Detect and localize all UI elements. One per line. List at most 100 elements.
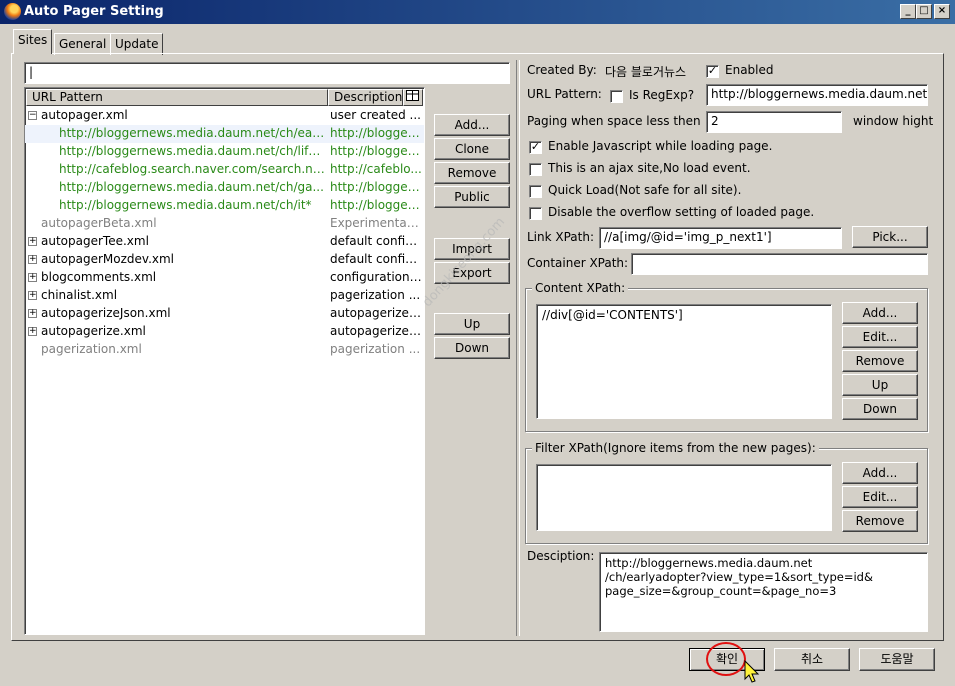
description-cell: pagerization ... [330,342,421,356]
move-down-button[interactable]: Down [434,337,510,359]
content-xpath-title: Content XPath: [532,281,629,295]
tree-rule-row[interactable]: http://bloggernews.media.daum.net/ch/ear… [25,125,424,143]
created-by-value: 다음 블로거뉴스 [605,65,687,79]
site-filter-input[interactable]: | [24,62,510,84]
description-cell: http://blogger... [330,180,422,194]
paging-unit-label: window hight [853,114,934,128]
filter-xpath-list[interactable] [536,464,832,531]
url-pattern-cell: http://bloggernews.media.daum.net/ch/ear… [59,126,325,140]
ajax-site-checkbox[interactable] [529,163,542,176]
content-edit-button[interactable]: Edit... [842,326,918,348]
filter-xpath-title: Filter XPath(Ignore items from the new p… [532,441,819,455]
tree-file-row[interactable]: + autopagerize.xml autopagerize ... [25,323,424,341]
minimize-button[interactable]: _ [900,4,916,19]
sites-tree[interactable]: URL Pattern Description − autopager.xml us… [24,87,425,635]
ajax-site-label: This is an ajax site,No load event. [548,161,751,175]
content-remove-button[interactable]: Remove [842,350,918,372]
disable-overflow-label: Disable the overflow setting of loaded p… [548,205,815,219]
filter-add-button[interactable]: Add... [842,462,918,484]
content-down-button[interactable]: Down [842,398,918,420]
tree-file-row[interactable]: pagerization.xml pagerization ... [25,341,424,359]
url-pattern-cell: autopager.xml [41,108,128,122]
enabled-label: Enabled [725,63,774,77]
tree-file-row[interactable]: + autopagerMozdev.xml default config... [25,251,424,269]
tab-update[interactable]: Update [110,33,164,55]
url-pattern-input[interactable]: http://bloggernews.media.daum.net/c [706,84,928,106]
tree-rule-row[interactable]: http://bloggernews.media.daum.net/ch/lif… [25,143,424,161]
url-pattern-cell: chinalist.xml [41,288,118,302]
column-header-description[interactable]: Description [328,89,403,106]
clone-site-button[interactable]: Clone [434,138,510,160]
container-xpath-input[interactable] [631,253,928,275]
paging-label: Paging when space less then [527,114,701,128]
collapse-icon[interactable]: − [28,111,37,120]
expand-icon[interactable]: + [28,327,37,336]
description-cell: pagerization ... [330,288,421,302]
tree-file-row[interactable]: + autopagerizeJson.xml autopagerize ... [25,305,424,323]
tree-file-row[interactable]: + blogcomments.xml configurations... [25,269,424,287]
tree-rule-row[interactable]: http://cafeblog.search.naver.com/search.… [25,161,424,179]
filter-edit-button[interactable]: Edit... [842,486,918,508]
description-cell: http://blogger... [330,198,422,212]
expand-icon[interactable]: + [28,273,37,282]
tab-sites[interactable]: Sites [13,29,53,54]
url-pattern-cell: autopagerize.xml [41,324,146,338]
content-add-button[interactable]: Add... [842,302,918,324]
link-xpath-input[interactable]: //a[img/@id='img_p_next1'] [599,227,842,249]
tab-update-label: Update [115,37,159,51]
url-pattern-cell: http://bloggernews.media.daum.net/ch/it* [59,198,312,212]
pick-button[interactable]: Pick... [852,226,928,248]
highlight-circle [706,642,746,676]
quick-load-checkbox[interactable] [529,185,542,198]
disable-overflow-checkbox[interactable] [529,207,542,220]
columns-picker-icon[interactable] [403,89,423,106]
description-cell: user created ... [330,108,421,122]
tree-rule-row[interactable]: http://bloggernews.media.daum.net/ch/ga.… [25,179,424,197]
column-header-url-pattern[interactable]: URL Pattern [26,89,328,106]
expand-icon[interactable]: + [28,255,37,264]
firefox-icon [4,3,21,20]
help-button[interactable]: 도움말 [859,648,935,671]
paging-input[interactable]: 2 [706,111,842,133]
close-button[interactable]: × [934,4,950,19]
pane-splitter[interactable] [516,60,520,636]
description-cell: default config... [330,252,422,266]
container-xpath-label: Container XPath: [527,256,629,270]
tab-general[interactable]: General [54,33,112,55]
content-xpath-list[interactable]: //div[@id='CONTENTS'] [536,304,832,419]
url-pattern-cell: autopagerizeJson.xml [41,306,171,320]
expand-icon[interactable]: + [28,237,37,246]
tree-file-row[interactable]: + autopagerTee.xml default config... [25,233,424,251]
tree-rule-row[interactable]: http://bloggernews.media.daum.net/ch/it*… [25,197,424,215]
is-regexp-label: Is RegExp? [629,88,695,102]
expand-icon[interactable]: + [28,309,37,318]
expand-icon[interactable]: + [28,291,37,300]
filter-remove-button[interactable]: Remove [842,510,918,532]
description-cell: http://blogger... [330,144,422,158]
description-cell: configurations... [330,270,422,284]
created-by-label: Created By: [527,63,597,77]
title-bar[interactable]: Auto Pager Setting _ □ × [0,0,955,24]
content-up-button[interactable]: Up [842,374,918,396]
check-mark-icon: ✓ [707,64,718,77]
maximize-button[interactable]: □ [916,4,932,19]
cancel-button[interactable]: 취소 [774,648,850,671]
window-title: Auto Pager Setting [24,4,164,19]
remove-site-button[interactable]: Remove [434,162,510,184]
tree-file-row[interactable]: autopagerBeta.xml Experimental ... [25,215,424,233]
add-site-button[interactable]: Add... [434,114,510,136]
enabled-checkbox[interactable]: ✓ [706,65,719,78]
link-xpath-label: Link XPath: [527,230,595,244]
move-up-button[interactable]: Up [434,313,510,335]
url-pattern-cell: http://bloggernews.media.daum.net/ch/ga.… [59,180,324,194]
tab-general-label: General [59,37,107,51]
public-site-button[interactable]: Public [434,186,510,208]
tree-file-row[interactable]: + chinalist.xml pagerization ... [25,287,424,305]
check-mark-icon: ✓ [530,140,541,153]
enable-javascript-checkbox[interactable]: ✓ [529,141,542,154]
tree-file-row[interactable]: − autopager.xml user created ... [25,107,424,125]
is-regexp-checkbox[interactable] [610,90,623,103]
text-caret: | [29,65,34,79]
description-textarea[interactable]: http://bloggernews.media.daum.net /ch/ea… [599,552,928,632]
url-pattern-cell: http://bloggernews.media.daum.net/ch/lif… [59,144,325,158]
